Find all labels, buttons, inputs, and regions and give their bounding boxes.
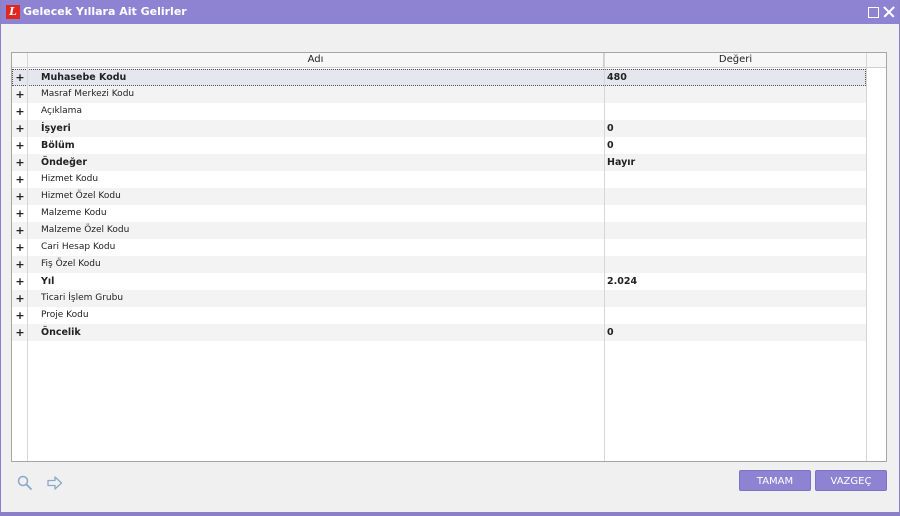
- table-row[interactable]: + Açıklama: [12, 103, 866, 120]
- row-name: Fiş Özel Kodu: [41, 259, 101, 269]
- title-bar[interactable]: L Gelecek Yıllara Ait Gelirler: [1, 0, 899, 24]
- row-name: Öncelik: [41, 327, 81, 338]
- row-value[interactable]: 2.024: [607, 273, 637, 290]
- row-name: Hizmet Kodu: [41, 174, 99, 184]
- row-name: Muhasebe Kodu: [41, 72, 127, 83]
- app-logo-icon: L: [6, 5, 20, 19]
- row-value[interactable]: 0: [607, 137, 614, 154]
- expand-icon[interactable]: +: [15, 104, 25, 119]
- forward-button[interactable]: [46, 474, 64, 492]
- table-row[interactable]: + Hizmet Kodu: [12, 171, 866, 188]
- table-row[interactable]: + Yıl 2.024: [12, 273, 866, 290]
- row-name: Malzeme Özel Kodu: [41, 225, 130, 235]
- row-name: İşyeri: [41, 123, 71, 134]
- row-name: Açıklama: [41, 106, 82, 116]
- table-row[interactable]: + Bölüm 0: [12, 137, 866, 154]
- expand-icon[interactable]: +: [15, 155, 25, 170]
- expand-icon[interactable]: +: [15, 291, 25, 306]
- table-row[interactable]: + Proje Kodu: [12, 307, 866, 324]
- table-row[interactable]: + Masraf Merkezi Kodu: [12, 86, 866, 103]
- table-row[interactable]: + Ticari İşlem Grubu: [12, 290, 866, 307]
- table-row[interactable]: + Cari Hesap Kodu: [12, 239, 866, 256]
- table-row[interactable]: + Fiş Özel Kodu: [12, 256, 866, 273]
- row-name: Öndeğer: [41, 157, 88, 168]
- expand-icon[interactable]: +: [15, 189, 25, 204]
- close-icon[interactable]: [881, 4, 897, 20]
- table-row[interactable]: + Hizmet Özel Kodu: [12, 188, 866, 205]
- ok-button[interactable]: TAMAM: [739, 470, 811, 491]
- expand-icon[interactable]: +: [15, 172, 25, 187]
- expand-icon[interactable]: +: [15, 223, 25, 238]
- table-row[interactable]: + Öndeğer Hayır: [12, 154, 866, 171]
- row-name: Proje Kodu: [41, 310, 89, 320]
- column-header-name[interactable]: Adı: [28, 53, 604, 67]
- column-header-value[interactable]: Değeri: [605, 53, 866, 67]
- expand-icon[interactable]: +: [15, 325, 25, 340]
- row-name: Cari Hesap Kodu: [41, 242, 116, 252]
- expand-icon[interactable]: +: [15, 121, 25, 136]
- row-name: Hizmet Özel Kodu: [41, 191, 121, 201]
- row-name: Ticari İşlem Grubu: [41, 293, 124, 303]
- maximize-icon[interactable]: [865, 4, 881, 20]
- column-divider: [27, 53, 28, 461]
- expand-icon[interactable]: +: [15, 138, 25, 153]
- expand-icon[interactable]: +: [15, 274, 25, 289]
- table-row[interactable]: + Muhasebe Kodu 480: [12, 69, 866, 86]
- column-divider: [866, 53, 867, 461]
- dialog-window: L Gelecek Yıllara Ait Gelirler Adı Değer…: [0, 0, 900, 516]
- row-name: Malzeme Kodu: [41, 208, 107, 218]
- row-name: Masraf Merkezi Kodu: [41, 89, 135, 99]
- search-icon: [17, 475, 32, 490]
- search-button[interactable]: [16, 474, 34, 492]
- expand-icon[interactable]: +: [15, 206, 25, 221]
- window-title: Gelecek Yıllara Ait Gelirler: [23, 5, 187, 18]
- expand-icon[interactable]: +: [15, 87, 25, 102]
- expand-icon[interactable]: +: [15, 240, 25, 255]
- expand-icon[interactable]: +: [15, 70, 25, 85]
- row-value[interactable]: 0: [607, 324, 614, 341]
- row-value[interactable]: 0: [607, 120, 614, 137]
- column-divider: [604, 53, 605, 461]
- table-row[interactable]: + Malzeme Özel Kodu: [12, 222, 866, 239]
- table-row[interactable]: + Malzeme Kodu: [12, 205, 866, 222]
- row-value[interactable]: Hayır: [607, 154, 635, 171]
- row-name: Bölüm: [41, 140, 75, 151]
- expand-icon[interactable]: +: [15, 308, 25, 323]
- grid-header: Adı Değeri: [12, 53, 886, 68]
- property-grid[interactable]: Adı Değeri + Muhasebe Kodu 480 + Masraf Merk…: [11, 52, 887, 462]
- row-value[interactable]: 480: [607, 69, 627, 86]
- table-row[interactable]: + Öncelik 0: [12, 324, 866, 341]
- row-name: Yıl: [41, 276, 55, 287]
- arrow-right-icon: [47, 476, 63, 490]
- table-row[interactable]: + İşyeri 0: [12, 120, 866, 137]
- expand-icon[interactable]: +: [15, 257, 25, 272]
- cancel-button[interactable]: VAZGEÇ: [815, 470, 887, 491]
